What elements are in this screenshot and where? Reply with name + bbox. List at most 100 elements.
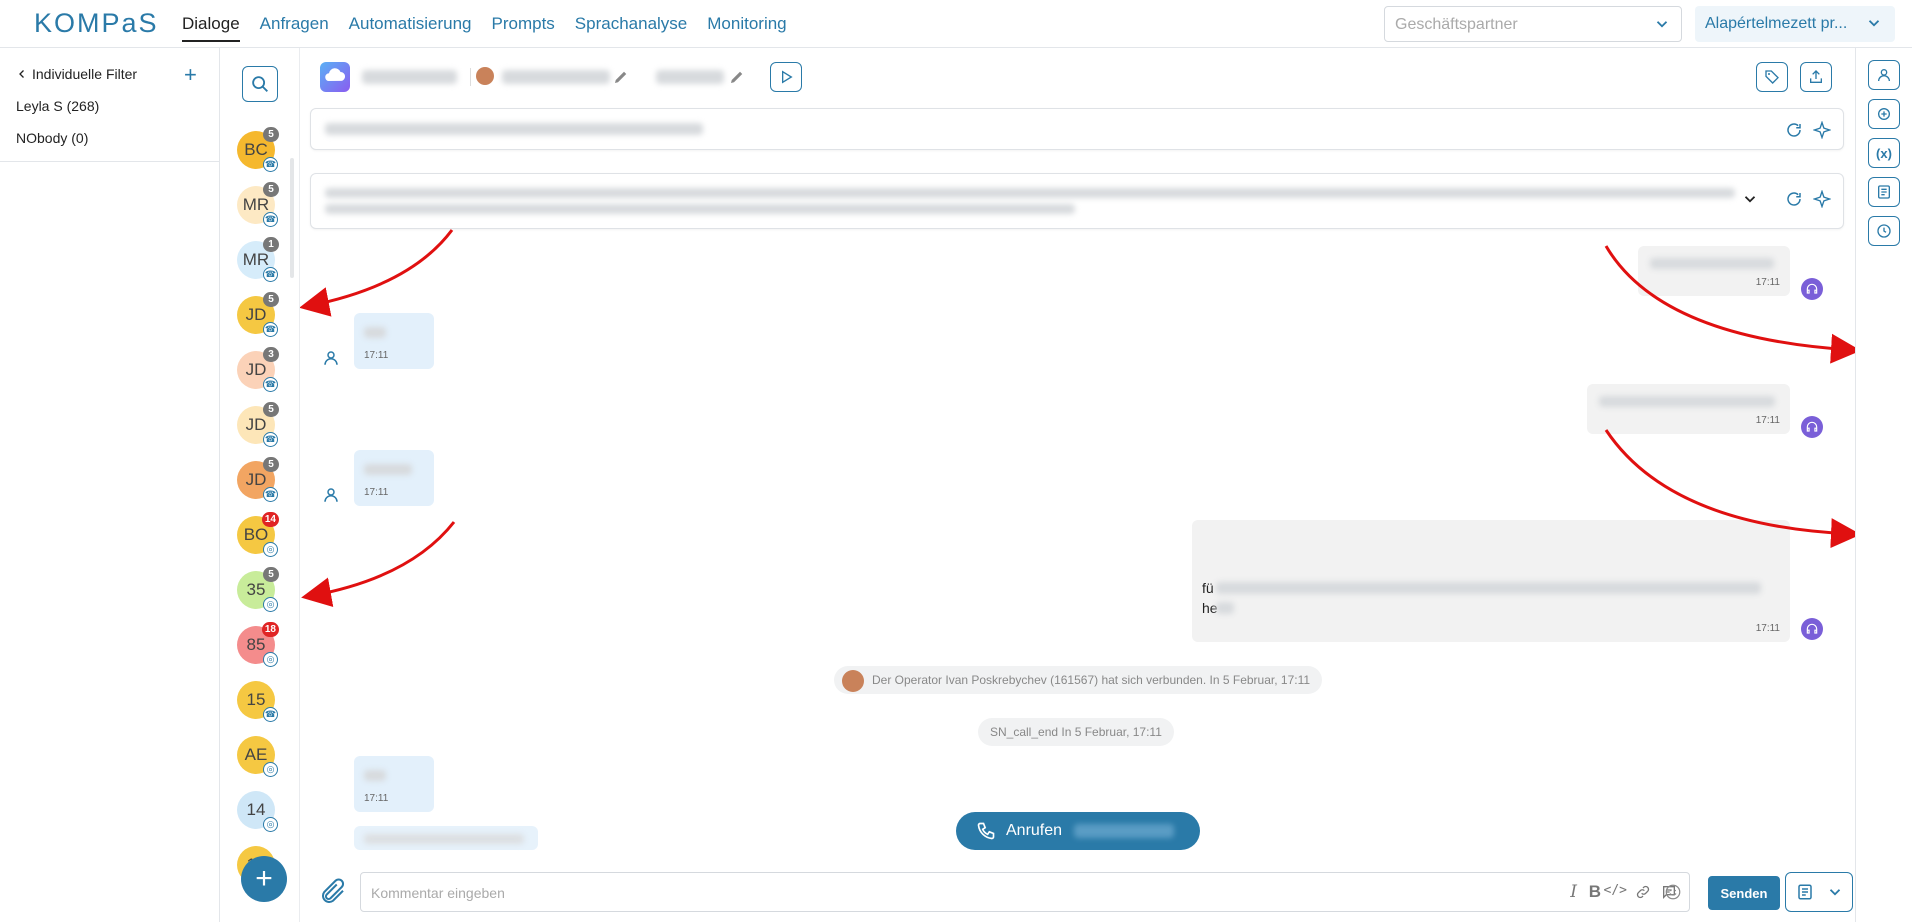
operator-avatar — [842, 670, 864, 692]
unread-badge: 18 — [261, 622, 279, 637]
send-button[interactable]: Senden — [1708, 876, 1780, 910]
chevron-down-icon — [1829, 889, 1841, 896]
add-filter-icon[interactable]: + — [184, 62, 197, 88]
code-icon[interactable]: </> — [1604, 883, 1627, 898]
unread-badge: 5 — [263, 402, 279, 417]
phone-incoming-icon: ☎ — [263, 487, 278, 502]
phone-incoming-icon: ☎ — [263, 322, 278, 337]
chevron-down-icon — [1868, 20, 1880, 27]
arrow-right-1 — [1604, 245, 1855, 364]
unread-badge: 5 — [263, 567, 279, 582]
profile-select[interactable]: Alapértelmezett pr... — [1695, 6, 1895, 42]
phone-incoming-icon: ☎ — [263, 377, 278, 392]
phone-incoming-icon: ☎ — [263, 267, 278, 282]
filter-item-nobody[interactable]: NObody (0) — [16, 130, 88, 146]
avatar-initials: JD — [245, 470, 267, 489]
comment-placeholder: Kommentar eingeben — [371, 885, 505, 901]
filter-title: Individuelle Filter — [32, 66, 138, 82]
avatar-initials: 14 — [246, 800, 266, 819]
dialog-avatar[interactable]: MR 5 ☎ — [237, 182, 279, 227]
nav-monitoring[interactable]: Monitoring — [707, 14, 786, 42]
dialog-avatar[interactable]: JD 3 ☎ — [237, 347, 279, 392]
compass-icon: ◎ — [263, 652, 278, 667]
message-time: 17:11 — [364, 793, 389, 804]
nav-prompts[interactable]: Prompts — [492, 14, 555, 42]
bold-icon[interactable]: B — [1589, 882, 1601, 902]
unread-badge: 5 — [263, 292, 279, 307]
arrow-left-2 — [301, 521, 456, 608]
compass-icon: ◎ — [263, 762, 278, 777]
new-dialog-button[interactable]: + — [241, 856, 287, 902]
filter-item-leyla[interactable]: Leyla S (268) — [16, 98, 99, 114]
phone-incoming-icon: ☎ — [263, 432, 278, 447]
partner-placeholder: Geschäftspartner — [1395, 16, 1518, 33]
clock-icon — [1877, 224, 1891, 238]
avatar-initials: JD — [245, 415, 267, 434]
italic-icon[interactable]: I — [1570, 882, 1577, 902]
phone-incoming-icon: ☎ — [263, 212, 278, 227]
template-button[interactable] — [1785, 872, 1853, 912]
unread-badge: 1 — [263, 237, 279, 252]
phone-incoming-icon: ☎ — [263, 707, 278, 722]
avatar-initials: 85 — [246, 635, 266, 654]
dialog-avatar[interactable]: JD 5 ☎ — [237, 402, 279, 447]
dialog-avatar[interactable]: BC 5 ☎ — [237, 127, 279, 172]
filter-panel: Individuelle Filter + Leyla S (268) NObo… — [0, 48, 220, 922]
ai-assistant-button[interactable] — [1868, 99, 1900, 129]
profile-label: Alapértelmezett pr... — [1705, 15, 1848, 32]
history-button[interactable] — [1868, 216, 1900, 246]
link-icon[interactable] — [1635, 884, 1651, 900]
top-bar: KOMPaS Dialoge Anfragen Automatisierung … — [0, 0, 1912, 48]
compass-icon: ◎ — [263, 542, 278, 557]
unread-badge: 3 — [263, 347, 279, 362]
dialog-avatar[interactable]: MR 1 ☎ — [237, 237, 279, 282]
dialog-avatar[interactable]: 85 18 ◎ — [237, 622, 279, 667]
right-toolbar: (x) — [1855, 48, 1912, 922]
nav-anfragen[interactable]: Anfragen — [260, 14, 329, 42]
dialog-avatar[interactable]: 15 ☎ — [237, 681, 278, 722]
chat-area: 17:11 17:11 17:11 17:11 fü he 17:11 Der … — [300, 48, 1855, 922]
dialog-avatar[interactable]: AE ◎ — [237, 736, 278, 777]
compass-icon: ◎ — [263, 817, 278, 832]
dialog-avatar[interactable]: JD 5 ☎ — [237, 292, 279, 337]
nav-sprachanalyse[interactable]: Sprachanalyse — [575, 14, 687, 42]
partner-select[interactable]: Geschäftspartner — [1384, 6, 1682, 42]
document-icon — [1878, 185, 1890, 199]
app-logo[interactable]: KOMPaS — [34, 8, 159, 39]
message-incoming — [354, 826, 538, 850]
system-message-text: Der Operator Ivan Poskrebychev (161567) … — [872, 673, 1311, 687]
call-label: Anrufen — [1006, 822, 1063, 839]
unread-badge: 5 — [263, 182, 279, 197]
annotation-arrows — [300, 229, 1855, 608]
dialog-avatar[interactable]: BO 14 ◎ — [237, 512, 279, 557]
comment-input[interactable]: Kommentar eingeben I B </> — [360, 872, 1690, 912]
list-scrollbar[interactable] — [290, 158, 294, 278]
search-button[interactable] — [242, 66, 278, 102]
dialog-avatar[interactable]: 35 5 ◎ — [237, 567, 279, 612]
message-incoming: 17:11 — [354, 756, 434, 812]
avatar-initials: MR — [242, 195, 270, 214]
nav-dialoge[interactable]: Dialoge — [182, 14, 240, 42]
system-message-call-end: SN_call_end In 5 Februar, 17:11 — [978, 718, 1174, 746]
dialog-avatar[interactable]: JD 5 ☎ — [237, 457, 279, 502]
call-button[interactable]: Anrufen — [956, 812, 1200, 850]
dialog-avatar[interactable]: 14 ◎ — [237, 791, 278, 832]
unread-badge: 14 — [261, 512, 279, 527]
user-icon — [1878, 69, 1890, 82]
ai-icon — [1878, 108, 1890, 120]
contact-button[interactable] — [1868, 60, 1900, 90]
filter-header[interactable]: Individuelle Filter — [16, 66, 137, 82]
phone-incoming-icon: ☎ — [263, 157, 278, 172]
main-nav: Dialoge Anfragen Automatisierung Prompts… — [182, 14, 807, 42]
notes-button[interactable] — [1868, 177, 1900, 207]
avatar-initials: 15 — [246, 690, 266, 709]
chevron-down-icon — [1656, 21, 1668, 28]
nav-automatisierung[interactable]: Automatisierung — [349, 14, 472, 42]
arrow-left-1 — [300, 229, 454, 317]
paperclip-icon[interactable] — [318, 876, 348, 908]
emoji-icon[interactable] — [1664, 883, 1682, 901]
variables-button[interactable]: (x) — [1868, 138, 1900, 168]
message-text-redacted — [364, 834, 524, 844]
chevron-left-icon — [19, 70, 24, 78]
phone-icon — [977, 822, 995, 840]
